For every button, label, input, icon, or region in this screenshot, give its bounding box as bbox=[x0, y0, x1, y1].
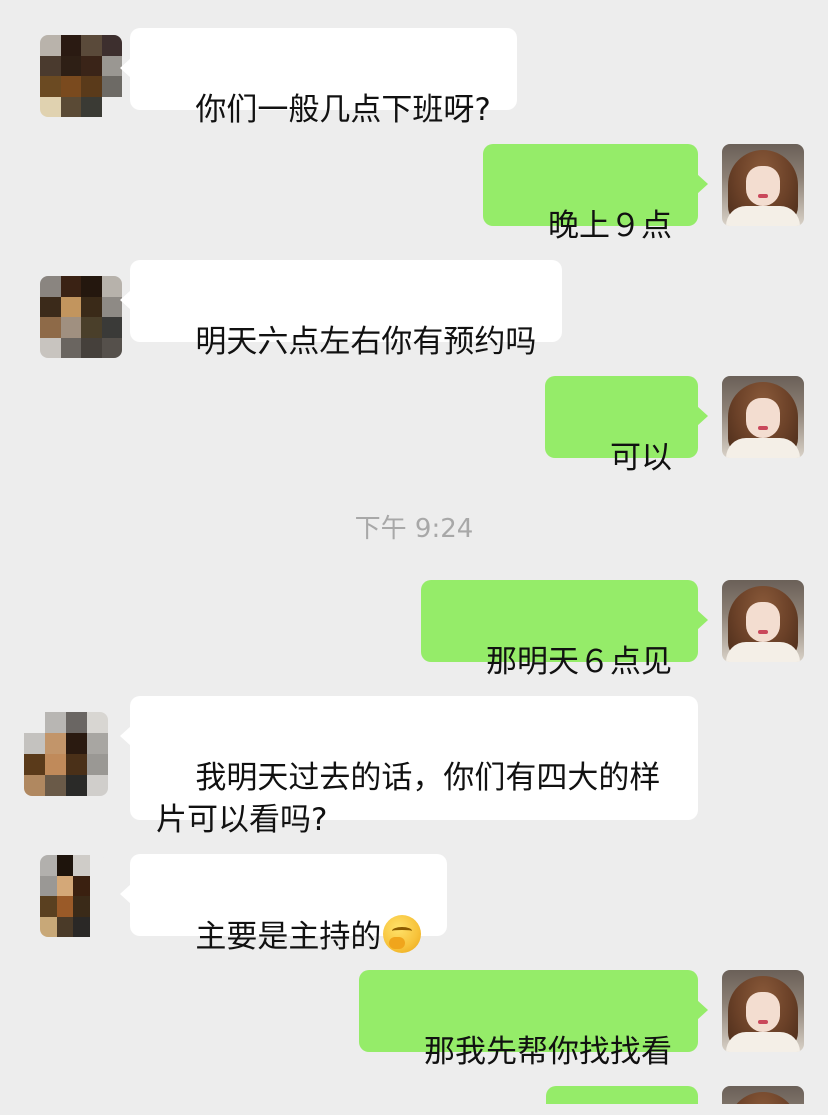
portrait-avatar-icon bbox=[722, 376, 804, 458]
own-avatar[interactable] bbox=[722, 376, 804, 458]
own-avatar-partial[interactable] bbox=[722, 1086, 804, 1104]
message-text: 明天六点左右你有预约吗 bbox=[195, 324, 537, 360]
own-avatar[interactable] bbox=[722, 144, 804, 226]
pixelated-avatar-icon bbox=[40, 276, 122, 358]
contact-avatar[interactable] bbox=[40, 855, 106, 937]
message-bubble-outgoing[interactable]: 那我先帮你找找看 bbox=[358, 970, 709, 1070]
message-bubble-outgoing[interactable]: 晚上９点 bbox=[482, 144, 709, 244]
message-bubble-incoming[interactable]: 明天六点左右你有预约吗 bbox=[119, 260, 563, 360]
contact-avatar[interactable] bbox=[40, 276, 122, 358]
contact-avatar[interactable] bbox=[24, 712, 108, 796]
message-text: 那明天６点见 bbox=[486, 644, 672, 680]
portrait-avatar-icon bbox=[722, 580, 804, 662]
message-bubble-incoming[interactable]: 我明天过去的话，你们有四大的样 片可以看吗? bbox=[120, 696, 698, 838]
message-text: 你们一般几点下班呀? bbox=[195, 92, 491, 128]
message-bubble-outgoing[interactable]: 可以 bbox=[544, 376, 709, 476]
message-text: 我明天过去的话，你们有四大的样 片可以看吗? bbox=[156, 760, 661, 838]
message-bubble-incoming[interactable]: 你们一般几点下班呀? bbox=[120, 28, 517, 128]
pixelated-avatar-icon bbox=[40, 35, 122, 117]
thinking-face-emoji-icon bbox=[383, 915, 422, 953]
message-text: 晚上９点 bbox=[548, 208, 672, 244]
message-bubble-outgoing[interactable]: 那明天６点见 bbox=[420, 580, 709, 680]
message-text: 那我先帮你找找看 bbox=[424, 1034, 672, 1070]
message-bubble-outgoing-partial[interactable] bbox=[546, 1086, 698, 1104]
contact-avatar[interactable] bbox=[40, 35, 122, 117]
message-text: 主要是主持的 bbox=[195, 919, 382, 955]
message-timestamp: 下午 9:24 bbox=[354, 514, 474, 544]
pixelated-avatar-icon bbox=[40, 855, 106, 937]
own-avatar[interactable] bbox=[722, 970, 804, 1052]
message-bubble-incoming[interactable]: 主要是主持的 bbox=[119, 854, 448, 955]
message-text: 可以 bbox=[610, 440, 672, 476]
pixelated-avatar-icon bbox=[24, 712, 108, 796]
portrait-avatar-icon bbox=[722, 1086, 804, 1104]
chat-window: 你们一般几点下班呀? 晚上９点 明天六点左右你有预约吗 可以 下午 9:24 那… bbox=[0, 0, 828, 1104]
portrait-avatar-icon bbox=[722, 970, 804, 1052]
portrait-avatar-icon bbox=[722, 144, 804, 226]
own-avatar[interactable] bbox=[722, 580, 804, 662]
